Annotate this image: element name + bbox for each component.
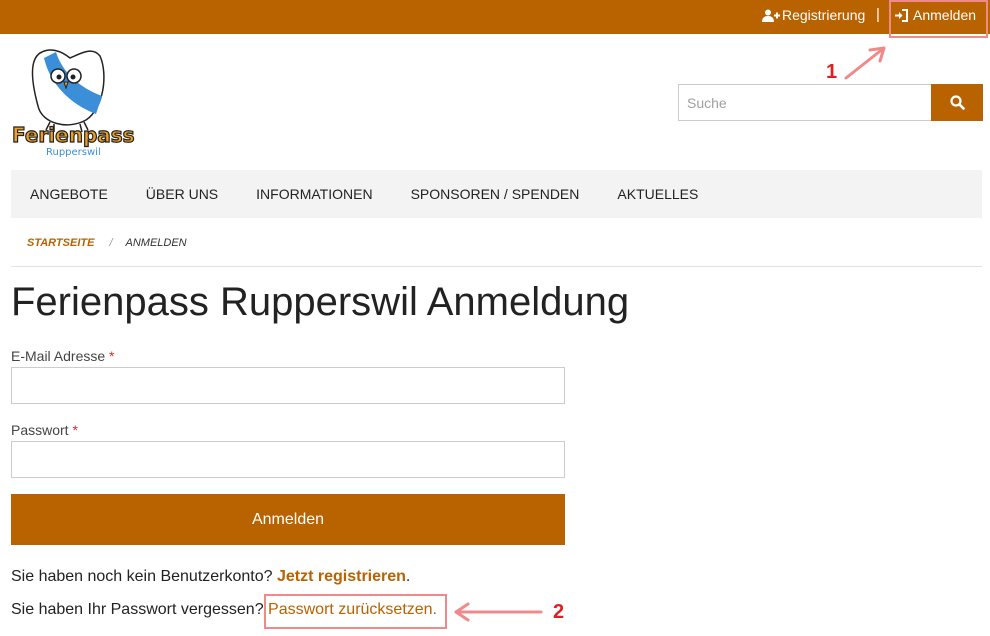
password-field[interactable]: [11, 441, 565, 478]
breadcrumb-separator: /: [109, 237, 113, 249]
annotation-number-2: 2: [553, 601, 565, 623]
email-required-mark: *: [109, 348, 115, 364]
nav-item-aktuelles[interactable]: AKTUELLES: [598, 170, 717, 218]
search-input[interactable]: [678, 84, 931, 121]
site-logo[interactable]: Ferienpass Rupperswil: [10, 44, 136, 158]
search-button[interactable]: [931, 84, 983, 121]
annotation-arrow-2: [454, 602, 543, 622]
password-label-text: Passwort: [11, 422, 69, 438]
no-account-text: Sie haben noch kein Benutzerkonto?: [11, 568, 273, 585]
annotation-number-1: 1: [826, 61, 838, 83]
password-required-mark: *: [72, 422, 78, 438]
email-field[interactable]: [11, 367, 565, 404]
page-title: Ferienpass Rupperswil Anmeldung: [11, 280, 630, 324]
forgot-password-text: Sie haben Ihr Passwort vergessen?: [11, 601, 264, 618]
no-account-line: Sie haben noch kein Benutzerkonto? Jetzt…: [11, 568, 410, 586]
breadcrumb: STARTSEITE / ANMELDEN: [27, 237, 187, 249]
main-navigation: ANGEBOTE ÜBER UNS INFORMATIONEN SPONSORE…: [11, 170, 982, 218]
topbar-separator: |: [876, 6, 880, 23]
nav-item-sponsoren[interactable]: SPONSOREN / SPENDEN: [392, 170, 599, 218]
register-now-link[interactable]: Jetzt registrieren: [277, 568, 406, 585]
nav-item-angebote[interactable]: ANGEBOTE: [11, 170, 127, 218]
annotation-box-1: [889, 0, 988, 38]
register-suffix: .: [405, 568, 411, 585]
search-bar: [678, 84, 983, 121]
nav-item-informationen[interactable]: INFORMATIONEN: [237, 170, 391, 218]
breadcrumb-home[interactable]: STARTSEITE: [27, 237, 94, 249]
add-user-icon: [762, 9, 780, 22]
email-label: E-Mail Adresse *: [11, 348, 115, 364]
owl-mascot-icon: Ferienpass Rupperswil: [11, 49, 135, 158]
search-icon: [949, 95, 965, 110]
email-label-text: E-Mail Adresse: [11, 348, 106, 364]
breadcrumb-divider: [11, 266, 982, 267]
breadcrumb-current: ANMELDEN: [125, 237, 187, 249]
logo-brand-text: Ferienpass: [12, 123, 135, 147]
logo-sub-text: Rupperswil: [46, 147, 101, 158]
register-link[interactable]: Registrierung: [762, 7, 865, 23]
top-bar: Registrierung | Anmelden: [0, 0, 990, 34]
login-submit-button[interactable]: Anmelden: [11, 494, 565, 545]
password-label: Passwort *: [11, 422, 78, 438]
annotation-arrow-1: [844, 46, 886, 80]
nav-item-ueber-uns[interactable]: ÜBER UNS: [127, 170, 237, 218]
register-label: Registrierung: [782, 7, 866, 23]
annotation-box-2: [264, 594, 447, 629]
